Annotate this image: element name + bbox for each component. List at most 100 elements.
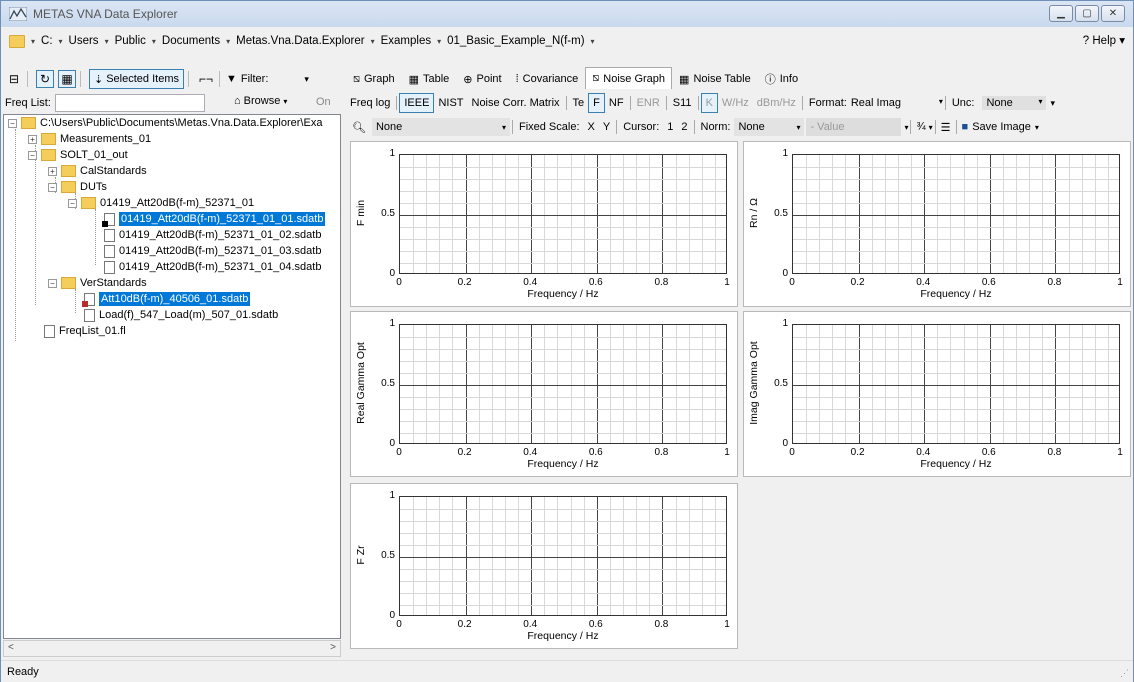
chevron-down-icon[interactable]: ▾ xyxy=(929,123,933,132)
tree-node-root[interactable]: − C:\Users\Public\Documents\Metas.Vna.Da… xyxy=(8,115,322,131)
expand-icon[interactable]: + xyxy=(48,166,57,176)
noise-corr-matrix-toggle[interactable]: Noise Corr. Matrix xyxy=(468,97,564,109)
tree-node-measurements[interactable]: + Measurements_01 xyxy=(28,131,151,147)
help-menu[interactable]: ? Help ▾ xyxy=(1083,33,1125,47)
te-toggle[interactable]: Te xyxy=(569,97,589,109)
plot-frame[interactable] xyxy=(399,154,727,274)
breadcrumb-public[interactable]: Public xyxy=(115,35,146,47)
collapse-icon[interactable]: − xyxy=(48,182,57,192)
list-icon[interactable]: ☰ xyxy=(941,121,951,134)
plot-frame[interactable] xyxy=(792,154,1120,274)
plot-frame[interactable] xyxy=(399,496,727,616)
tab-point[interactable]: ⊕ Point xyxy=(456,69,508,89)
norm-select[interactable]: None ▾ xyxy=(734,118,805,136)
minimize-button[interactable]: ▁ xyxy=(1049,5,1073,22)
tree-node-ver-file-02[interactable]: Load(f)_547_Load(m)_507_01.sdatb xyxy=(84,307,278,323)
tab-table[interactable]: ▦ Table xyxy=(402,69,457,89)
chevron-down-icon[interactable]: ▾ xyxy=(591,37,595,46)
expand-icon[interactable]: + xyxy=(28,134,37,144)
chevron-down-icon[interactable]: ▾ xyxy=(59,37,63,46)
chevron-down-icon[interactable]: ▾ xyxy=(105,37,109,46)
refresh-icon[interactable]: ↻ xyxy=(36,70,54,88)
chevron-down-icon[interactable]: ▾ xyxy=(371,37,375,46)
tab-noise-table[interactable]: ▦ Noise Table xyxy=(672,69,758,89)
scroll-right-icon[interactable]: > xyxy=(330,642,336,653)
collapse-icon[interactable]: − xyxy=(28,150,37,160)
bracket-icon[interactable]: ⌐¬ xyxy=(197,70,215,88)
collapse-icon[interactable]: − xyxy=(8,118,17,128)
plot-frame[interactable] xyxy=(792,324,1120,444)
on-toggle[interactable]: On xyxy=(316,96,331,108)
cursor-2[interactable]: 2 xyxy=(677,121,691,133)
freq-list-input[interactable] xyxy=(54,94,205,112)
close-button[interactable]: ✕ xyxy=(1101,5,1125,22)
collapse-icon[interactable]: − xyxy=(48,278,57,288)
plot-panel[interactable]: 1 0.5 0 0 0.2 0.4 0.6 0.8 1 Frequency / Hz Real Ga… xyxy=(350,311,738,477)
whz-toggle[interactable]: W/Hz xyxy=(718,97,753,109)
breadcrumb-explorer[interactable]: Metas.Vna.Data.Explorer xyxy=(236,35,364,47)
scroll-left-icon[interactable]: < xyxy=(8,642,14,653)
overflow-icon[interactable]: ▾ xyxy=(1050,98,1055,109)
dbmhz-toggle[interactable]: dBm/Hz xyxy=(753,97,800,109)
overflow-icon[interactable]: ▾ xyxy=(304,74,309,85)
tree-node-calstandards[interactable]: + CalStandards xyxy=(48,163,147,179)
collapse-icon[interactable]: − xyxy=(68,198,77,208)
chevron-down-icon[interactable]: ▾ xyxy=(152,37,156,46)
chevron-down-icon[interactable]: ▾ xyxy=(226,37,230,46)
freq-log-toggle[interactable]: Freq log xyxy=(346,97,394,109)
format-select[interactable]: Real Imag ▾ xyxy=(851,97,943,109)
unc-select[interactable]: None ▾ xyxy=(982,96,1047,110)
tree-node-dut-file-03[interactable]: 01419_Att20dB(f-m)_52371_01_03.sdatb xyxy=(104,243,321,259)
tree-node-ver-file-01[interactable]: Att10dB(f-m)_40506_01.sdatb xyxy=(82,291,251,307)
tree-node-dut-file-02[interactable]: 01419_Att20dB(f-m)_52371_01_02.sdatb xyxy=(104,227,321,243)
search-select[interactable]: None ▾ xyxy=(371,118,510,136)
address-bar[interactable]: ▾ C: ▾ Users ▾ Public ▾ Documents ▾ Meta… xyxy=(5,30,1131,52)
tree-node-freqlist[interactable]: FreqList_01.fl xyxy=(44,323,126,339)
tree-node-dut-folder[interactable]: − 01419_Att20dB(f-m)_52371_01 xyxy=(68,195,254,211)
tab-graph[interactable]: ⧅ Graph xyxy=(346,69,402,89)
k-toggle[interactable]: K xyxy=(700,93,718,113)
nist-toggle[interactable]: NIST xyxy=(434,97,467,109)
s11-toggle[interactable]: S11 xyxy=(669,97,696,109)
enr-toggle[interactable]: ENR xyxy=(633,97,664,109)
chevron-down-icon[interactable]: ▾ xyxy=(437,37,441,46)
filter-icon[interactable]: ▼ xyxy=(226,73,237,85)
resize-grip-icon[interactable]: ⋰ xyxy=(1120,668,1129,679)
plot-panel[interactable]: 1 0.5 0 0 0.2 0.4 0.6 0.8 1 Frequency / Hz Rn / Ω xyxy=(743,141,1131,307)
collapse-icon[interactable]: ⊟ xyxy=(5,70,23,88)
calendar-icon[interactable]: ▦ xyxy=(58,70,76,88)
breadcrumb-documents[interactable]: Documents xyxy=(162,35,220,47)
tab-info[interactable]: ⓘ Info xyxy=(758,69,805,89)
nf-toggle[interactable]: NF xyxy=(605,97,628,109)
value-input[interactable]: - Value xyxy=(806,118,902,136)
tree-node-dut-file-01[interactable]: 01419_Att20dB(f-m)_52371_01_01.sdatb xyxy=(102,211,326,227)
fraction-icon[interactable]: ¾ xyxy=(916,121,925,133)
plot-panel[interactable]: 1 0.5 0 0 0.2 0.4 0.6 0.8 1 Frequency / Hz F Zr xyxy=(350,483,738,649)
save-image-button[interactable]: ■ Save Image ▾ xyxy=(962,121,1039,133)
breadcrumb-basic-example[interactable]: 01_Basic_Example_N(f-m) xyxy=(447,35,584,47)
plot-panel[interactable]: 1 0.5 0 0 0.2 0.4 0.6 0.8 1 Frequency / Hz Imag Ga… xyxy=(743,311,1131,477)
browse-button[interactable]: ⌂ Browse ▾ xyxy=(234,95,287,107)
fixed-scale-x[interactable]: X xyxy=(584,121,599,133)
chevron-down-icon[interactable]: ▾ xyxy=(904,123,908,132)
tree-node-dut-file-04[interactable]: 01419_Att20dB(f-m)_52371_01_04.sdatb xyxy=(104,259,321,275)
selected-items-button[interactable]: ⇣ Selected Items xyxy=(89,69,184,89)
fixed-scale-y[interactable]: Y xyxy=(599,121,614,133)
cursor-1[interactable]: 1 xyxy=(663,121,677,133)
breadcrumb-c[interactable]: C: xyxy=(41,35,53,47)
tab-noise-graph[interactable]: ⧅ Noise Graph xyxy=(585,67,673,89)
tree-node-solt[interactable]: − SOLT_01_out xyxy=(28,147,128,163)
ieee-toggle[interactable]: IEEE xyxy=(399,93,435,113)
breadcrumb-users[interactable]: Users xyxy=(69,35,99,47)
breadcrumb-examples[interactable]: Examples xyxy=(381,35,432,47)
tree-horizontal-scrollbar[interactable]: < > xyxy=(3,640,341,657)
maximize-button[interactable]: ▢ xyxy=(1075,5,1099,22)
tab-covariance[interactable]: ⁞ Covariance xyxy=(509,69,586,89)
filter-label[interactable]: Filter: xyxy=(241,73,269,85)
chevron-down-icon[interactable]: ▾ xyxy=(31,37,35,46)
tree-node-verstandards[interactable]: − VerStandards xyxy=(48,275,147,291)
tree-node-duts[interactable]: − DUTs xyxy=(48,179,107,195)
plot-panel[interactable]: 1 0.5 0 0 0.2 0.4 0.6 0.8 1 Frequency / Hz F min xyxy=(350,141,738,307)
plot-frame[interactable] xyxy=(399,324,727,444)
f-toggle[interactable]: F xyxy=(588,93,605,113)
